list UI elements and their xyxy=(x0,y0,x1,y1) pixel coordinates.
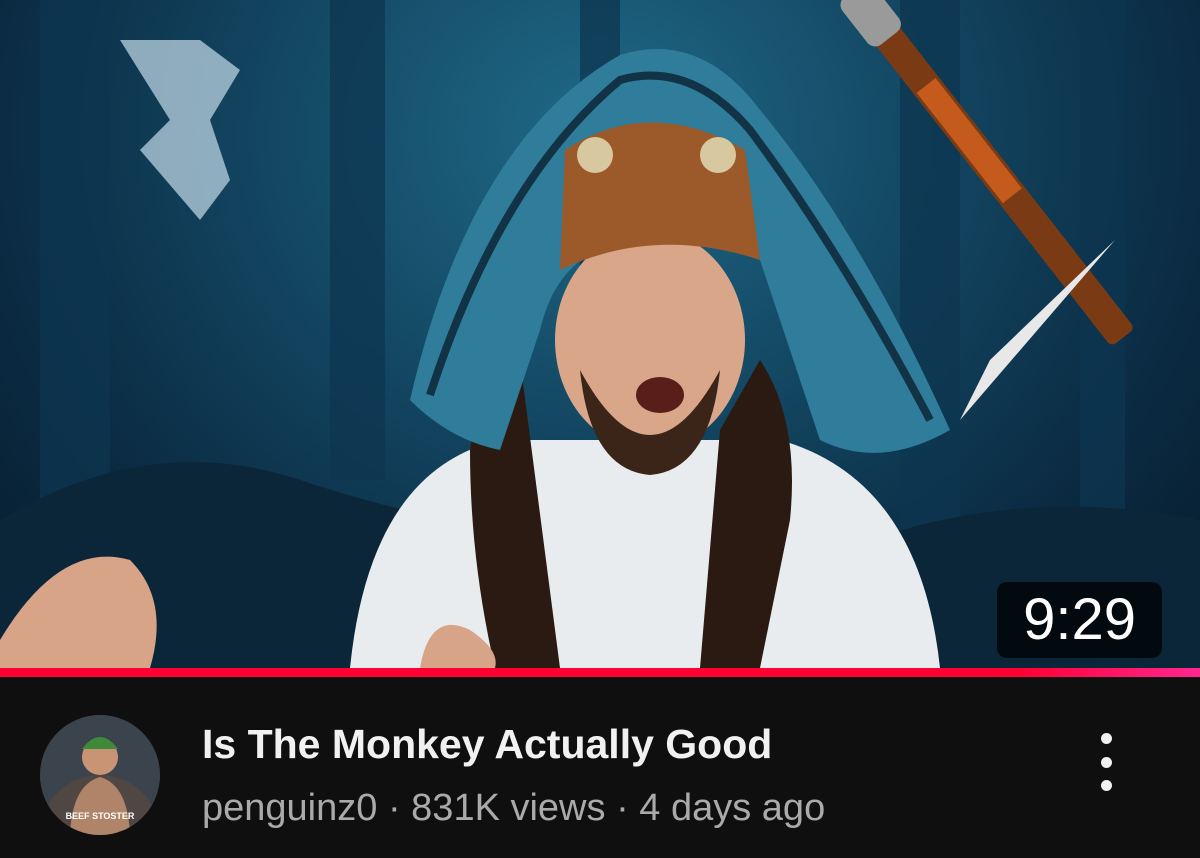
channel-avatar[interactable]: BEEF STOSTER xyxy=(40,715,160,835)
channel-name[interactable]: penguinz0 xyxy=(202,787,377,829)
thumbnail-art xyxy=(0,0,1200,668)
view-count: 831K views xyxy=(411,787,606,829)
upload-age: 4 days ago xyxy=(639,787,826,829)
video-duration-badge: 9:29 xyxy=(997,582,1162,658)
menu-dot xyxy=(1100,733,1112,744)
video-title[interactable]: Is The Monkey Actually Good xyxy=(202,721,772,768)
avatar-image: BEEF STOSTER xyxy=(40,715,160,835)
more-vertical-icon[interactable] xyxy=(1080,727,1132,797)
menu-dot xyxy=(1100,780,1112,791)
video-meta: BEEF STOSTER Is The Monkey Actually Good… xyxy=(0,677,1200,858)
avatar-text: BEEF STOSTER xyxy=(66,811,135,821)
watch-progress-fill xyxy=(0,668,1200,677)
video-thumbnail[interactable]: 9:29 xyxy=(0,0,1200,668)
video-subline: penguinz0 · 831K views · 4 days ago xyxy=(202,787,825,830)
watch-progress-bar xyxy=(0,668,1200,677)
menu-dot xyxy=(1100,756,1112,768)
separator: · xyxy=(616,787,629,829)
separator: · xyxy=(387,787,401,829)
